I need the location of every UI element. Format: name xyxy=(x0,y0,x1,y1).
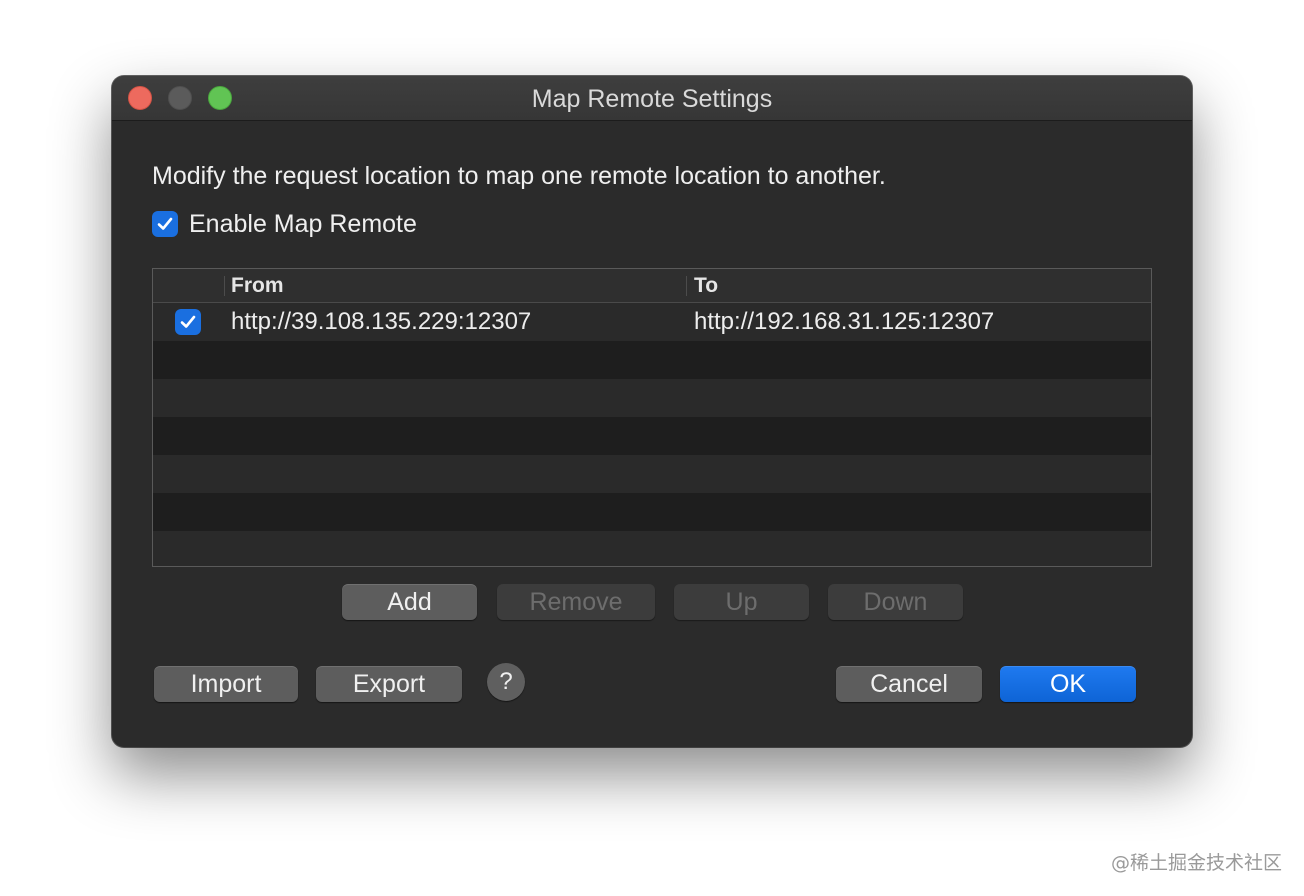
column-header-from[interactable]: From xyxy=(231,269,284,302)
help-button[interactable]: ? xyxy=(487,663,525,701)
maximize-window-button[interactable] xyxy=(208,86,232,110)
cancel-button[interactable]: Cancel xyxy=(836,666,982,702)
minimize-window-button[interactable] xyxy=(168,86,192,110)
ok-button[interactable]: OK xyxy=(1000,666,1136,702)
row-to-cell: http://192.168.31.125:12307 xyxy=(694,308,995,335)
title-bar[interactable]: Map Remote Settings xyxy=(112,76,1192,121)
close-window-button[interactable] xyxy=(128,86,152,110)
checkmark-icon xyxy=(180,315,196,328)
table-header: From To xyxy=(153,269,1151,303)
down-button[interactable]: Down xyxy=(828,584,963,620)
empty-table-row xyxy=(153,531,1151,566)
up-button[interactable]: Up xyxy=(674,584,809,620)
enable-map-remote-row[interactable]: Enable Map Remote xyxy=(152,209,417,239)
table-row[interactable]: http://39.108.135.229:12307 http://192.1… xyxy=(153,303,1151,341)
checkmark-icon xyxy=(157,217,173,230)
empty-table-row xyxy=(153,341,1151,379)
row-from-cell: http://39.108.135.229:12307 xyxy=(231,308,532,335)
import-button[interactable]: Import xyxy=(154,666,298,702)
empty-table-row xyxy=(153,455,1151,493)
column-separator xyxy=(686,276,687,296)
remove-button[interactable]: Remove xyxy=(497,584,655,620)
description-text: Modify the request location to map one r… xyxy=(152,162,886,190)
row-enabled-checkbox[interactable] xyxy=(175,309,201,335)
column-separator xyxy=(224,276,225,296)
add-button[interactable]: Add xyxy=(342,584,477,620)
window-title: Map Remote Settings xyxy=(531,85,773,113)
empty-table-row xyxy=(153,417,1151,455)
empty-table-row xyxy=(153,379,1151,417)
mappings-table: From To http://39.108.135.229:12307 http… xyxy=(152,268,1152,567)
watermark-text: @稀土掘金技术社区 xyxy=(1110,852,1282,874)
enable-map-remote-checkbox[interactable] xyxy=(152,211,178,237)
map-remote-settings-window: Map Remote Settings Modify the request l… xyxy=(112,76,1192,747)
column-header-to[interactable]: To xyxy=(694,269,718,302)
export-button[interactable]: Export xyxy=(316,666,462,702)
empty-table-row xyxy=(153,493,1151,531)
enable-map-remote-label[interactable]: Enable Map Remote xyxy=(189,210,417,239)
